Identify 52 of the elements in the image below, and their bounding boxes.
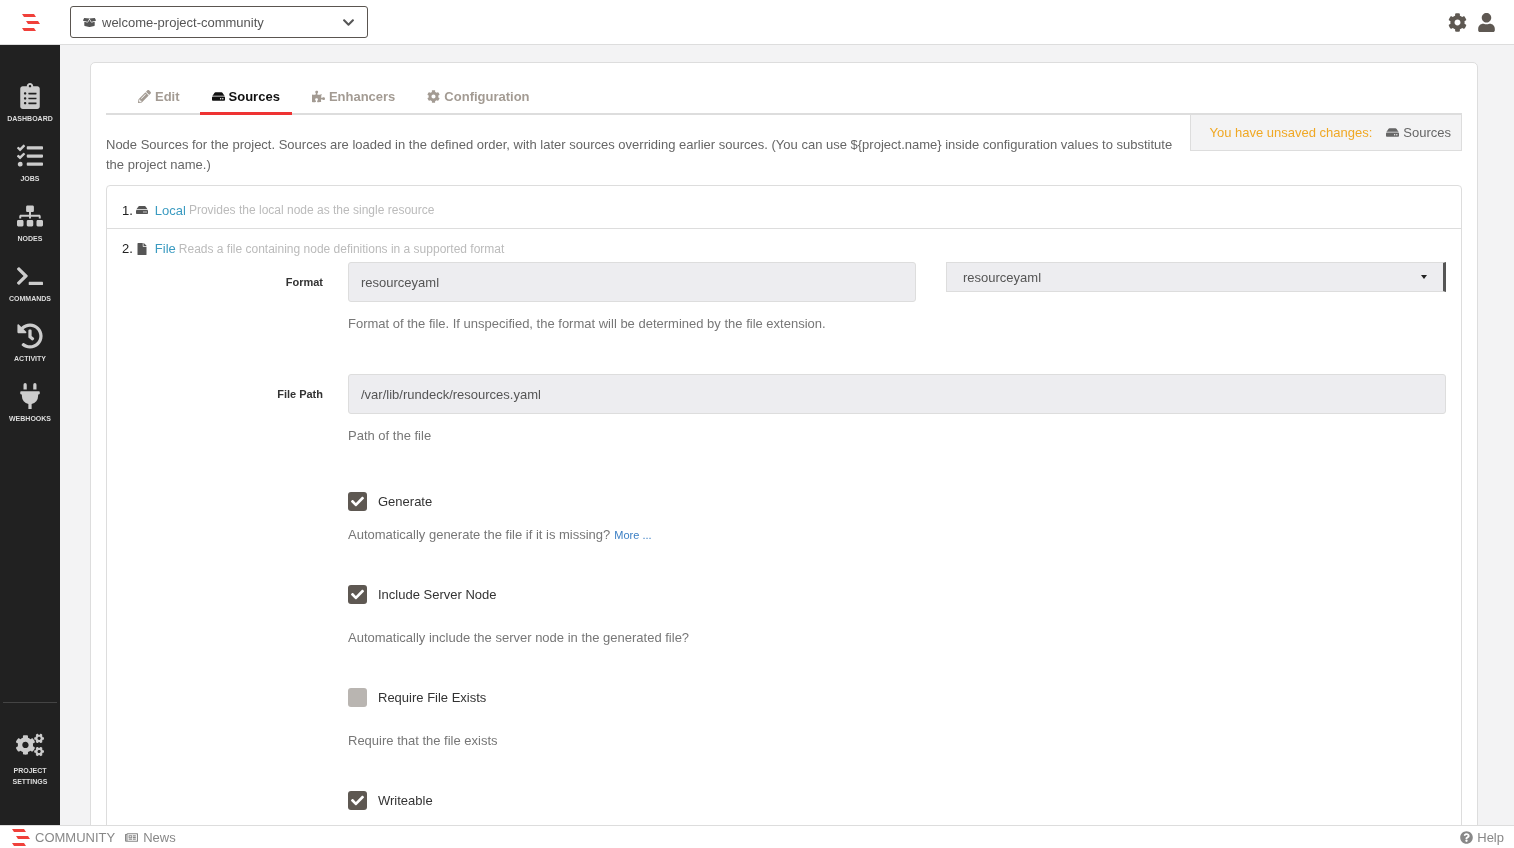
unsaved-message: You have unsaved changes: <box>1209 125 1373 140</box>
user-icon[interactable] <box>1477 12 1496 32</box>
field-label: Format <box>284 275 323 288</box>
checkbox-label: Require File Exists <box>378 690 487 705</box>
gear-icon <box>427 90 441 103</box>
source-number: 1. <box>122 202 133 218</box>
source-description: Reads a file containing node definitions in a supported format <box>178 241 505 256</box>
help-text: Automatically generate the file if it is missing? More ... <box>348 526 653 544</box>
drive-icon <box>135 204 148 216</box>
task-list-icon[interactable] <box>17 143 43 169</box>
caret-icon <box>1421 275 1427 279</box>
source-number: 2. <box>122 241 133 256</box>
plug-icon[interactable] <box>17 383 43 409</box>
box-icon <box>83 15 96 29</box>
file-icon <box>135 242 148 255</box>
more-link[interactable]: More ... <box>614 529 652 541</box>
help-text: Automatically include the server node in the generated file? <box>348 629 691 647</box>
checkbox[interactable] <box>348 688 367 707</box>
drive-icon <box>1386 126 1400 139</box>
history-icon[interactable] <box>17 323 43 349</box>
checkbox[interactable] <box>348 492 367 511</box>
logo-icon[interactable] <box>10 828 30 846</box>
gears-icon[interactable] <box>16 731 44 759</box>
newspaper-icon <box>125 830 139 844</box>
sitemap-icon[interactable] <box>17 203 43 229</box>
puzzle-icon <box>311 90 325 103</box>
project-selector[interactable]: welcome-project-community <box>70 6 368 38</box>
help-link[interactable]: Help <box>1477 829 1504 845</box>
description: Node Sources for the project. Sources are loaded in the defined order, with later sources overriding earlier sources. (You can use ${project.name} inside configuration values to substitute the project name.) <box>106 136 1174 174</box>
help-text: Path of the file <box>348 427 433 445</box>
checkbox-label: Generate <box>378 494 433 509</box>
input-field[interactable]: resourceyaml <box>348 262 916 302</box>
format-select[interactable]: resourceyaml <box>946 262 1446 292</box>
input-field[interactable]: /var/lib/rundeck/resources.yaml <box>348 374 1446 414</box>
news-link[interactable]: News <box>143 829 176 845</box>
source-description: Provides the local node as the single resource <box>188 203 435 217</box>
field-label: File Path <box>276 387 323 400</box>
checkbox-label: Writeable <box>378 793 433 808</box>
unsaved-item: Sources <box>1403 125 1451 140</box>
help-text: Format of the file. If unspecified, the format will be determined by the file extension. <box>348 315 827 333</box>
checkbox-label: Include Server Node <box>378 587 497 602</box>
help-text: Require that the file exists <box>348 732 499 750</box>
edition-label: COMMUNITY <box>35 829 116 845</box>
logo-icon[interactable] <box>20 13 40 31</box>
settings-icon[interactable] <box>1448 12 1467 32</box>
checkbox[interactable] <box>348 585 367 604</box>
clipboard-icon[interactable] <box>17 83 43 109</box>
help-icon <box>1460 830 1474 844</box>
pencil-icon <box>138 90 151 103</box>
checkbox[interactable] <box>348 791 367 810</box>
drive-icon <box>211 90 225 103</box>
tab[interactable]: Sources <box>199 79 292 115</box>
